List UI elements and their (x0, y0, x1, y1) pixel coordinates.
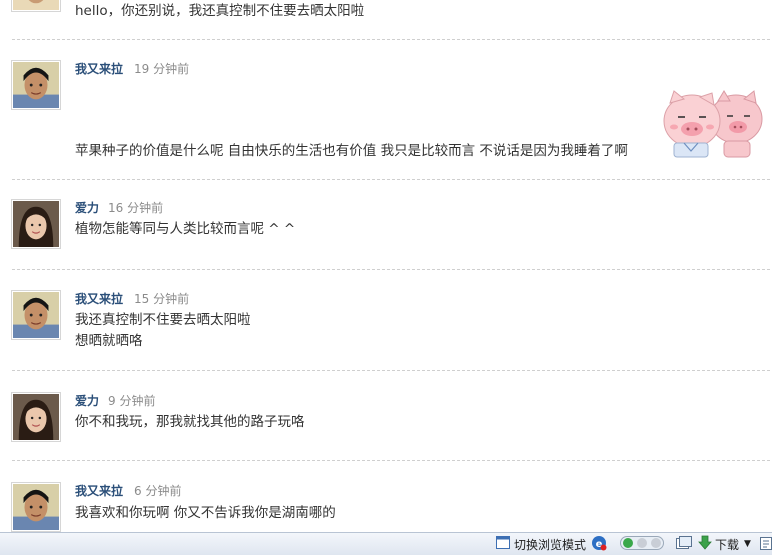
mode-toggle[interactable] (620, 535, 664, 554)
timestamp: 6 分钟前 (134, 484, 182, 498)
timestamp: 16 分钟前 (108, 201, 164, 215)
download-button[interactable]: 下载 ▼ (698, 535, 751, 553)
comment-text: hello，你还别说，我还真控制不住要去晒太阳啦 (75, 3, 365, 19)
window-icon (496, 536, 510, 552)
pig-sticker-image (658, 89, 768, 159)
comment-text: 我还真控制不住要去晒太阳啦 (75, 312, 251, 328)
comment-text-line2: 想晒就晒咯 (75, 333, 143, 349)
divider (12, 39, 770, 40)
author-name[interactable]: 爱力 (75, 199, 99, 216)
download-arrow-icon (698, 535, 712, 553)
divider (12, 460, 770, 461)
comment-text: 我喜欢和你玩啊 你又不告诉我你是湖南哪的 (75, 505, 336, 521)
avatar[interactable] (11, 290, 61, 340)
ie-button[interactable]: e (591, 535, 607, 554)
toggle-dots-icon (620, 535, 664, 554)
browse-mode-label: 切换浏览模式 (514, 537, 587, 552)
avatar[interactable] (11, 392, 61, 442)
gallery-icon (676, 535, 692, 553)
browser-status-bar: 切换浏览模式 e 下载 ▼ (0, 532, 772, 555)
avatar[interactable] (11, 199, 61, 249)
divider (12, 269, 770, 270)
author-name[interactable]: 爱力 (75, 392, 99, 409)
chevron-down-icon: ▼ (744, 539, 751, 549)
browse-mode-button[interactable]: 切换浏览模式 (496, 536, 586, 552)
timestamp: 19 分钟前 (134, 62, 190, 76)
timestamp: 9 分钟前 (108, 394, 156, 408)
author-name[interactable]: 我又来拉 (75, 290, 123, 307)
author-name[interactable]: 我又来拉 (75, 60, 123, 77)
avatar[interactable] (11, 0, 61, 12)
avatar[interactable] (11, 482, 61, 532)
divider (12, 370, 770, 371)
extra-button[interactable] (760, 536, 772, 552)
comment-feed: hello，你还别说，我还真控制不住要去晒太阳啦 我又来拉 19 分钟前 苹果种… (0, 0, 772, 532)
avatar[interactable] (11, 60, 61, 110)
comment-text: 苹果种子的价值是什么呢 自由快乐的生活也有价值 我只是比较而言 不说话是因为我睡… (75, 143, 628, 159)
gallery-button[interactable] (676, 535, 692, 553)
download-label: 下载 (715, 537, 740, 552)
timestamp: 15 分钟前 (134, 292, 190, 306)
comment-text: 你不和我玩，那我就找其他的路子玩咯 (75, 414, 305, 430)
divider (12, 179, 770, 180)
comment-text: 植物怎能等同与人类比较而言呢 ^ ^ (75, 221, 296, 237)
clipboard-icon (760, 536, 772, 553)
author-name[interactable]: 我又来拉 (75, 482, 123, 499)
ie-icon: e (591, 535, 607, 554)
